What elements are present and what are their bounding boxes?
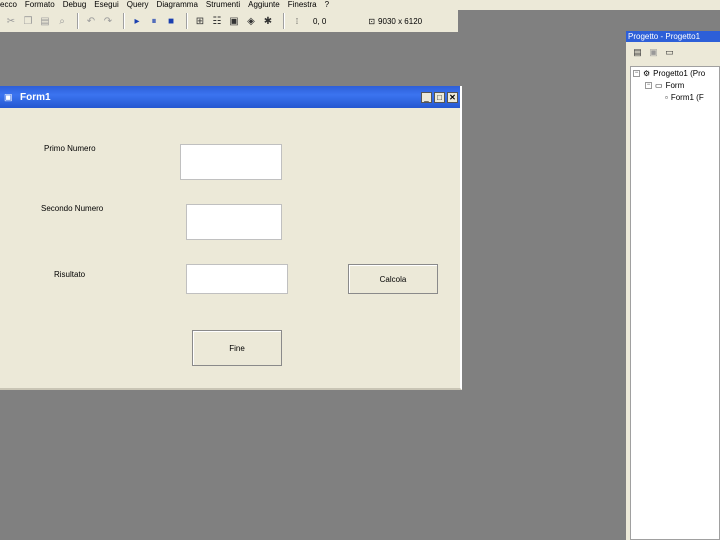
menu-format[interactable]: Formato [25,0,60,10]
tree-node-form1-label: Form1 (F [670,93,704,102]
first-number-input[interactable] [180,144,282,180]
label-first-number: Primo Numero [44,144,96,153]
collapse-icon[interactable]: − [633,70,640,77]
view-code-icon[interactable]: ▤ [631,46,644,58]
menu-query[interactable]: Query [127,0,154,10]
form-file-icon: ▫ [665,93,668,102]
menu-window[interactable]: Finestra [288,0,322,10]
second-number-input[interactable] [186,204,282,240]
label-second-number: Secondo Numero [41,204,104,213]
form-designer-window[interactable]: ▣ Form1 _ □ ✕ Primo Numero Secondo Numer… [0,86,462,390]
view-object-icon[interactable]: ▣ [647,46,660,58]
position-icon: ⁞ [295,16,299,26]
folder-icon: ▭ [655,81,663,90]
menu-diagram[interactable]: Diagramma [157,0,203,10]
tree-node-project[interactable]: − ⚙ Progetto1 (Pro [633,69,705,78]
toolbar-separator [186,13,188,29]
size-readout: ⊡ 9030 x 6120 [368,17,422,26]
maximize-button[interactable]: □ [434,91,445,103]
pause-icon[interactable]: ⏸ [147,14,161,28]
paste-icon[interactable]: ▤ [38,14,52,28]
end-button[interactable]: Fine [192,330,282,366]
position-readout: 0, 0 [313,16,327,26]
cut-icon[interactable]: ✂ [4,14,18,28]
project-explorer-panel: Progetto - Progetto1 ▤ ▣ ▭ − ⚙ Progetto1… [626,31,720,540]
toolbar-separator [283,13,285,29]
stop-icon[interactable]: ■ [164,14,178,28]
project-explorer-icon[interactable]: ⊞ [193,14,207,28]
form-icon: ▣ [4,92,13,102]
size-value: 9030 x 6120 [378,16,423,26]
tree-node-form1[interactable]: ▫ Form1 (F [665,93,704,102]
run-icon[interactable]: ▸ [130,14,144,28]
menu-help[interactable]: ? [325,0,334,10]
calculate-button[interactable]: Calcola [348,264,438,294]
toolbar-separator [77,13,79,29]
properties-icon[interactable]: ☷ [210,14,224,28]
toggle-folders-icon[interactable]: ▭ [663,46,676,58]
menu-run[interactable]: Esegui [94,0,123,10]
toolbox-icon[interactable]: ✱ [261,14,275,28]
form-title-bar[interactable]: ▣ Form1 _ □ ✕ [0,86,460,108]
tree-node-forms-folder[interactable]: − ▭ Form [645,81,684,90]
copy-icon[interactable]: ❐ [21,14,35,28]
redo-icon[interactable]: ↷ [101,14,115,28]
project-icon: ⚙ [643,69,651,78]
form-layout-icon[interactable]: ▣ [227,14,241,28]
tree-node-forms-label: Form [665,81,685,90]
menu-tools[interactable]: Strumenti [206,0,245,10]
project-tree: − ⚙ Progetto1 (Pro − ▭ Form ▫ Form1 (F [630,66,720,540]
menu-bar: ecco Formato Debug Esegui Query Diagramm… [0,0,720,10]
close-button[interactable]: ✕ [447,91,458,103]
collapse-icon[interactable]: − [645,82,652,89]
undo-icon[interactable]: ↶ [84,14,98,28]
project-explorer-title: Progetto - Progetto1 [626,31,720,42]
object-browser-icon[interactable]: ◈ [244,14,258,28]
toolbar: ✂ ❐ ▤ ⌕ ↶ ↷ ▸ ⏸ ■ ⊞ ☷ ▣ ◈ ✱ ⁞ 0, 0 ⊡ 903… [0,10,458,32]
toolbar-empty-area [458,10,720,32]
result-input[interactable] [186,264,288,294]
form-title: Form1 [20,91,51,103]
menu-addins[interactable]: Aggiunte [248,0,285,10]
tree-node-project-label: Progetto1 (Pro [653,69,706,78]
minimize-button[interactable]: _ [421,91,432,103]
toolbar-separator [123,13,125,29]
find-icon[interactable]: ⌕ [55,14,69,28]
label-result: Risultato [54,270,86,279]
project-explorer-toolbar: ▤ ▣ ▭ [626,42,720,62]
size-icon: ⊡ [368,16,376,26]
menu-edit[interactable]: ecco [0,0,22,10]
menu-debug[interactable]: Debug [63,0,92,10]
